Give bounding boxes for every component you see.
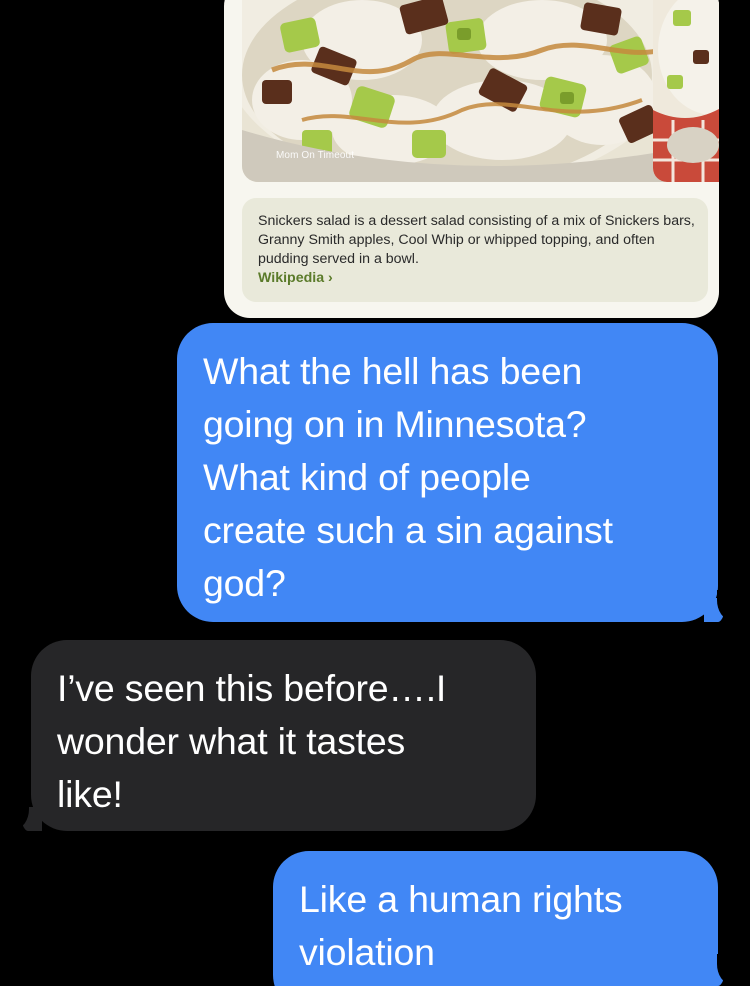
sent-message-bubble[interactable]: Like a human rights violation — [273, 851, 718, 986]
conversation-view: Mom On Timeout Snickers salad is a desse… — [0, 0, 750, 986]
message-text: I’ve seen this before….I wonder what it … — [57, 667, 447, 815]
message-text: What the hell has been going on in Minne… — [203, 350, 613, 604]
image-source-label: Mom On Timeout — [276, 150, 355, 161]
message-text: Like a human rights violation — [299, 878, 623, 973]
shared-image-card[interactable]: Mom On Timeout Snickers salad is a desse… — [224, 0, 719, 318]
snickers-salad-photo[interactable]: Mom On Timeout — [242, 0, 719, 182]
received-message-bubble[interactable]: I’ve seen this before….I wonder what it … — [31, 640, 536, 831]
summary-text: Snickers salad is a dessert salad consis… — [258, 213, 695, 267]
bubble-tail — [704, 954, 739, 986]
bubble-tail — [7, 799, 42, 831]
second-photo-thumbnail[interactable] — [653, 0, 719, 182]
bubble-tail — [704, 590, 739, 622]
wikipedia-link[interactable]: Wikipedia › — [258, 269, 333, 288]
sent-message-bubble[interactable]: What the hell has been going on in Minne… — [177, 323, 718, 622]
wikipedia-summary-box[interactable]: Snickers salad is a dessert salad consis… — [242, 198, 708, 302]
